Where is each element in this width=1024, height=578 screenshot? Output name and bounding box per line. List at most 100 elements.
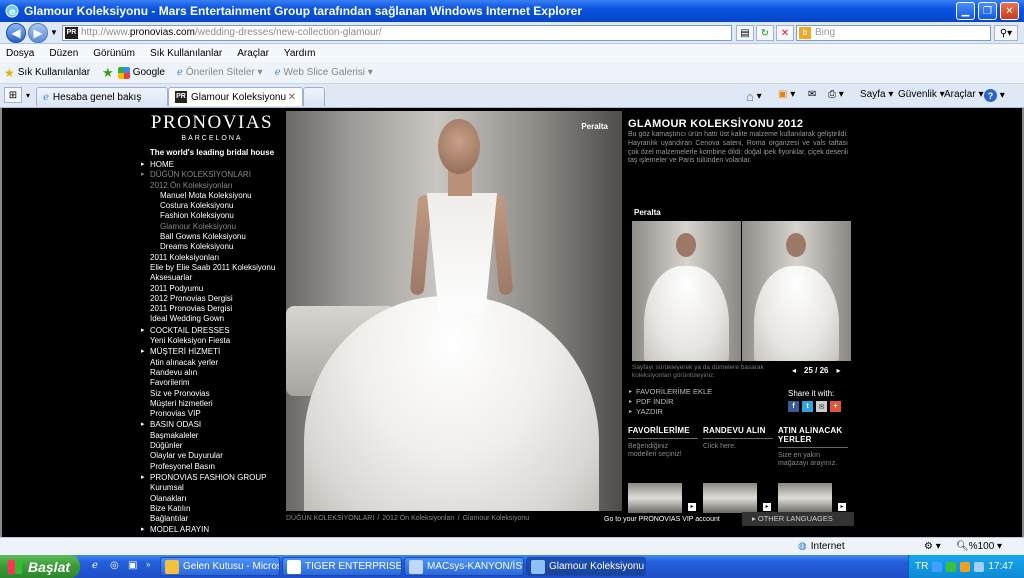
tab-glamour-collection[interactable]: PR Glamour Koleksiyonu ✕: [168, 87, 303, 106]
zoom-control[interactable]: 🔍︎%100 ▾: [956, 541, 1002, 552]
add-favorites-icon[interactable]: ★: [102, 65, 114, 81]
menu-favorites[interactable]: Sık Kullanılanlar: [150, 48, 222, 59]
nav-item-10[interactable]: Elie by Elie Saab 2011 Koleksiyonu: [141, 263, 287, 273]
arrow-icon[interactable]: ▸: [838, 503, 846, 511]
breadcrumb-item[interactable]: 2012 Ön Koleksiyonları: [382, 515, 454, 522]
print-icon[interactable]: ⎙ ▾: [828, 89, 844, 100]
nav-item-17[interactable]: Yeni Koleksiyon Fiesta: [141, 336, 287, 346]
nav-item-8[interactable]: Dreams Koleksiyonu: [141, 242, 287, 252]
nav-item-16[interactable]: COCKTAIL DRESSES: [141, 326, 287, 336]
email-share-icon[interactable]: ✉: [816, 401, 827, 412]
download-pdf-link[interactable]: PDF İNDİR: [629, 397, 712, 407]
nav-item-18[interactable]: MÜŞTERİ HİZMETİ: [141, 347, 287, 357]
tab-account-overview[interactable]: ℯ Hesaba genel bakış: [36, 87, 168, 106]
feeds-icon[interactable]: ▣ ▾: [778, 89, 795, 100]
search-input[interactable]: b Bing: [796, 25, 991, 41]
prev-arrow-icon[interactable]: ◂: [792, 366, 796, 375]
nav-item-7[interactable]: Ball Gowns Koleksiyonu: [141, 232, 287, 242]
new-tab-button[interactable]: [303, 87, 325, 106]
favorites-button[interactable]: ★ Sık Kullanılanlar: [4, 66, 90, 80]
refresh-icon[interactable]: ↻: [756, 25, 774, 41]
google-link[interactable]: Google: [117, 66, 165, 79]
more-share-icon[interactable]: +: [830, 401, 841, 412]
forward-button[interactable]: ▶: [28, 23, 48, 43]
nav-item-24[interactable]: Pronovias VIP: [141, 409, 287, 419]
vip-account-link[interactable]: Go to your PRONOVIAS VIP account: [604, 516, 720, 523]
tray-app-icon[interactable]: [960, 561, 971, 572]
nav-item-3[interactable]: Manuel Mota Koleksiyonu: [141, 191, 287, 201]
nav-item-19[interactable]: Atin alınacak yerler: [141, 358, 287, 368]
nav-item-31[interactable]: Kurumsal: [141, 483, 287, 493]
task-outlook[interactable]: Gelen Kutusu - Micros...: [160, 557, 280, 576]
suggested-sites-link[interactable]: ℯ Önerilen Siteler ▾: [177, 67, 263, 78]
nav-item-21[interactable]: Favorilerim: [141, 378, 287, 388]
nav-item-6[interactable]: Glamour Koleksiyonu: [141, 222, 287, 232]
nav-item-11[interactable]: Aksesuarlar: [141, 273, 287, 283]
maximize-button[interactable]: ❐: [978, 2, 997, 20]
stores-thumbnail[interactable]: [778, 483, 832, 513]
minimize-button[interactable]: ▁: [956, 2, 975, 20]
nav-item-5[interactable]: Fashion Koleksiyonu: [141, 211, 287, 221]
nav-item-26[interactable]: Başmakaleler: [141, 431, 287, 441]
nav-item-14[interactable]: 2011 Pronovias Dergisi: [141, 304, 287, 314]
nav-item-34[interactable]: Bağlantılar: [141, 514, 287, 524]
favorites-thumbnail[interactable]: [628, 483, 682, 513]
arrow-icon[interactable]: ▸: [688, 503, 696, 511]
menu-file[interactable]: Dosya: [6, 48, 34, 59]
page-menu[interactable]: Sayfa ▾: [860, 89, 893, 100]
stop-icon[interactable]: ✕: [776, 25, 794, 41]
nav-item-22[interactable]: Siz ve Pronovias: [141, 389, 287, 399]
quicklaunch-desktop-icon[interactable]: ▣: [128, 560, 137, 571]
add-to-favorites-link[interactable]: FAVORİLERİME EKLE: [629, 387, 712, 397]
nav-item-35[interactable]: MODEL ARAYIN: [141, 525, 287, 535]
nav-item-32[interactable]: Olanakları: [141, 494, 287, 504]
history-dropdown-icon[interactable]: ▼: [50, 28, 58, 37]
pronovias-logo[interactable]: PRONOVIAS BARCELONA The world's leading …: [139, 112, 285, 157]
dress-photo[interactable]: Peralta: [286, 111, 622, 511]
close-tab-icon[interactable]: ✕: [288, 92, 296, 103]
dress-thumbnail[interactable]: [632, 221, 741, 361]
nav-item-2[interactable]: 2012 Ön Koleksiyonları: [141, 181, 287, 191]
print-link[interactable]: YAZDIR: [629, 407, 712, 417]
close-window-button[interactable]: ✕: [1000, 2, 1019, 20]
nav-item-12[interactable]: 2011 Podyumu: [141, 284, 287, 294]
nav-item-23[interactable]: Müşteri hizmetleri: [141, 399, 287, 409]
nav-item-15[interactable]: Ideal Wedding Gown: [141, 314, 287, 324]
nav-item-27[interactable]: Düğünler: [141, 441, 287, 451]
arrow-icon[interactable]: ▸: [763, 503, 771, 511]
nav-item-30[interactable]: PRONOVIAS FASHION GROUP: [141, 473, 287, 483]
nav-item-33[interactable]: Bize Katılın: [141, 504, 287, 514]
menu-view[interactable]: Görünüm: [93, 48, 135, 59]
quicklaunch-outlook-icon[interactable]: ◎: [110, 560, 119, 571]
quicklaunch-ie-icon[interactable]: ℯ: [92, 560, 98, 571]
protected-mode-icon[interactable]: ⚙ ▾: [924, 541, 941, 552]
menu-help[interactable]: Yardım: [284, 48, 316, 59]
start-button[interactable]: Başlat: [0, 555, 80, 578]
menu-tools[interactable]: Araçlar: [237, 48, 269, 59]
task-tiger[interactable]: TIGER ENTERPRISE: [282, 557, 402, 576]
quick-tabs-icon[interactable]: ⊞: [4, 87, 22, 103]
tab-list-dropdown-icon[interactable]: ▾: [26, 91, 30, 100]
safety-menu[interactable]: Güvenlik ▾: [898, 89, 945, 100]
tray-network-icon[interactable]: [932, 561, 943, 572]
dress-thumbnail[interactable]: [742, 221, 851, 361]
stores-box[interactable]: ATIN ALINACAK YERLER Size en yakın mağaz…: [778, 426, 848, 468]
nav-item-28[interactable]: Olaylar ve Duyurular: [141, 451, 287, 461]
breadcrumb-item[interactable]: DÜĞÜN KOLEKSİYONLARI: [286, 515, 374, 522]
tools-menu[interactable]: Araçlar ▾: [944, 89, 984, 100]
favorites-box[interactable]: FAVORİLERİME Beğendiğiniz modelleri seçi…: [628, 426, 698, 459]
compatibility-icon[interactable]: ▤: [736, 25, 754, 41]
nav-item-29[interactable]: Profesyonel Basın: [141, 462, 287, 472]
help-icon[interactable]: ? ▾: [984, 89, 1005, 102]
appointment-box[interactable]: RANDEVU ALIN Click here.: [703, 426, 773, 451]
menu-edit[interactable]: Düzen: [49, 48, 78, 59]
clock[interactable]: 17:47: [988, 561, 1013, 572]
home-icon[interactable]: ⌂ ▾: [746, 89, 762, 104]
facebook-icon[interactable]: f: [788, 401, 799, 412]
search-button[interactable]: ⚲▾: [994, 25, 1018, 41]
quicklaunch-more-icon[interactable]: »: [146, 560, 150, 569]
nav-item-4[interactable]: Costura Koleksiyonu: [141, 201, 287, 211]
mail-icon[interactable]: ✉: [808, 89, 816, 100]
nav-item-20[interactable]: Randevu alın: [141, 368, 287, 378]
tray-volume-icon[interactable]: [974, 561, 985, 572]
